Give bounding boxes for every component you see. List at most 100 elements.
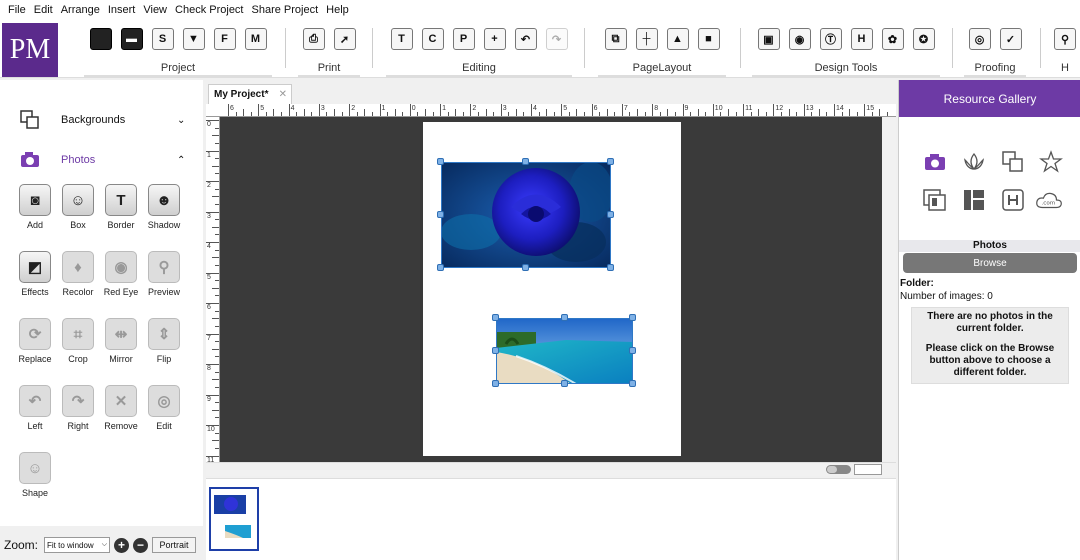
copy-icon[interactable]: C [421, 28, 444, 50]
redo-icon[interactable]: ↷ [545, 28, 568, 50]
tool-recolor[interactable]: ♦ Recolor [56, 251, 100, 311]
tool-flip[interactable]: ⇕ Flip [142, 318, 186, 378]
orientation-button[interactable]: Portrait [152, 537, 197, 553]
layout-frame-icon[interactable]: ■ [697, 28, 720, 50]
tool-border[interactable]: T Border [99, 184, 143, 244]
tool-shape[interactable]: ☺ Shape [13, 452, 57, 512]
open-folder-icon[interactable]: ▬ [120, 28, 143, 50]
tool-rotate-right[interactable]: ↷ Right [56, 385, 100, 445]
page-thumbnail[interactable] [209, 487, 259, 551]
tool-shadow[interactable]: ☻ Shadow [142, 184, 186, 244]
ruler-tick [826, 112, 828, 116]
rose-photo-selection[interactable] [441, 162, 611, 268]
menu-check-project[interactable]: Check Project [175, 4, 243, 16]
resize-handle[interactable] [629, 314, 636, 321]
proof-icon[interactable]: ◎ [968, 28, 991, 50]
gallery-backgrounds-icon[interactable] [999, 148, 1027, 176]
page-size-box[interactable] [854, 464, 882, 475]
gallery-photos-icon[interactable] [921, 148, 949, 176]
resize-handle[interactable] [492, 314, 499, 321]
clipart-icon[interactable]: Ⓣ [819, 28, 842, 50]
printer-icon[interactable]: ⎙ [302, 28, 325, 50]
paste-icon[interactable]: P [452, 28, 475, 50]
tool-preview[interactable]: ⚲ Preview [142, 251, 186, 311]
tool-crop[interactable]: ⌗ Crop [56, 318, 100, 378]
menu-share-project[interactable]: Share Project [252, 4, 319, 16]
tool-rotate-left[interactable]: ↶ Left [13, 385, 57, 445]
menu-insert[interactable]: Insert [108, 4, 136, 16]
ruler-tick [206, 150, 219, 152]
new-project-icon[interactable] [89, 28, 112, 50]
menu-view[interactable]: View [143, 4, 167, 16]
share-arrow-icon[interactable]: ➚ [333, 28, 356, 50]
gallery-heading-icon[interactable] [999, 186, 1027, 214]
menu-edit[interactable]: Edit [34, 4, 53, 16]
ruler-tick [644, 112, 646, 116]
tool-box[interactable]: ☺ Box [56, 184, 100, 244]
layout-arrange-icon[interactable]: ▲ [666, 28, 689, 50]
resize-handle[interactable] [607, 264, 614, 271]
ruler-tick [215, 203, 219, 205]
section-backgrounds[interactable]: Backgrounds ⌄ [0, 102, 203, 138]
project-m-icon[interactable]: M [244, 28, 267, 50]
save-icon[interactable]: S [151, 28, 174, 50]
tool-red-eye[interactable]: ◉ Red Eye [99, 251, 143, 311]
horizontal-scrollbar[interactable] [206, 462, 896, 476]
resize-handle[interactable] [629, 347, 636, 354]
tool-remove[interactable]: ✕ Remove [99, 385, 143, 445]
gallery-online-cloud-icon[interactable]: .com [1035, 186, 1063, 214]
project-file-icon[interactable]: F [213, 28, 236, 50]
resize-handle[interactable] [522, 158, 529, 165]
resize-handle[interactable] [437, 211, 444, 218]
heading-icon[interactable]: H [850, 28, 873, 50]
section-photos[interactable]: Photos ⌃ [0, 142, 203, 178]
zoom-select[interactable]: Fit to window [44, 537, 111, 553]
menu-help[interactable]: Help [326, 4, 349, 16]
menu-file[interactable]: File [8, 4, 26, 16]
ruler-tick [568, 112, 570, 116]
resize-handle[interactable] [492, 347, 499, 354]
image-icon[interactable]: ▣ [757, 28, 780, 50]
resize-handle[interactable] [561, 314, 568, 321]
tool-replace[interactable]: ⟳ Replace [13, 318, 57, 378]
ruler-label: 6 [207, 304, 211, 311]
tool-edit[interactable]: ◎ Edit [142, 385, 186, 445]
tool-add[interactable]: ◙ Add [13, 184, 57, 244]
lightbulb-icon[interactable]: ⚲ [1054, 28, 1076, 50]
layout-pages-icon[interactable]: ⧉ [604, 28, 627, 50]
tool-mirror[interactable]: ⇹ Mirror [99, 318, 143, 378]
beach-photo-selection[interactable] [496, 318, 633, 384]
zoom-in-button[interactable]: + [114, 537, 130, 553]
gallery-lotus-icon[interactable] [960, 148, 988, 176]
tab-close-icon[interactable]: ✕ [279, 89, 287, 100]
gallery-templates-icon[interactable] [960, 186, 988, 214]
edit-text-icon[interactable]: T [390, 28, 413, 50]
resize-handle[interactable] [437, 264, 444, 271]
flower-icon[interactable]: ✿ [881, 28, 904, 50]
browse-button[interactable]: Browse [903, 253, 1077, 273]
layout-align-icon[interactable]: ┼ [635, 28, 658, 50]
resize-handle[interactable] [607, 158, 614, 165]
star-badge-icon[interactable]: ✪ [912, 28, 935, 50]
tool-effects[interactable]: ◩ Effects [13, 251, 57, 311]
resize-handle[interactable] [561, 380, 568, 387]
camera-icon[interactable]: ◉ [788, 28, 811, 50]
resize-handle[interactable] [522, 264, 529, 271]
menu-arrange[interactable]: Arrange [61, 4, 100, 16]
resize-handle[interactable] [607, 211, 614, 218]
photos-camera-icon [20, 150, 40, 170]
spellcheck-icon[interactable]: ✓ [999, 28, 1022, 50]
undo-icon[interactable]: ↶ [514, 28, 537, 50]
resize-handle[interactable] [437, 158, 444, 165]
gallery-layouts-icon[interactable] [921, 186, 949, 214]
save-as-icon[interactable]: ▼ [182, 28, 205, 50]
resize-handle[interactable] [629, 380, 636, 387]
zoom-out-button[interactable]: − [133, 537, 149, 553]
tab-my-project[interactable]: My Project* ✕ [208, 84, 292, 104]
ruler-tick [773, 104, 775, 116]
vertical-scrollbar[interactable] [882, 117, 896, 462]
resize-handle[interactable] [492, 380, 499, 387]
gallery-embellishment-star-icon[interactable] [1037, 148, 1065, 176]
view-toggle[interactable] [826, 465, 851, 474]
add-icon[interactable]: + [483, 28, 506, 50]
